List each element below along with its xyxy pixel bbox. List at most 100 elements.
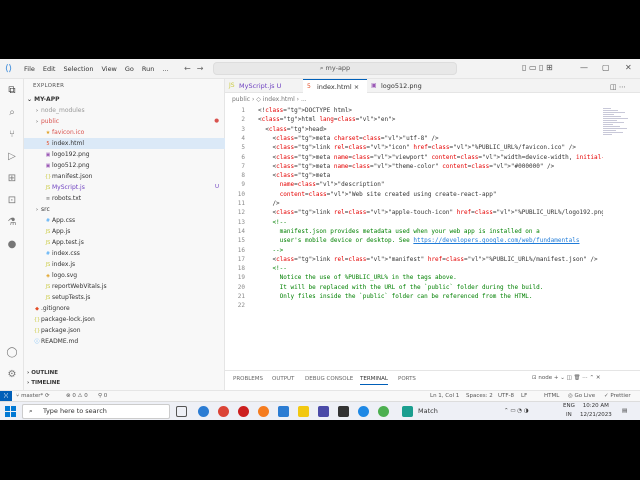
chrome-icon[interactable]: [218, 406, 229, 417]
edge-browser-icon[interactable]: [198, 406, 209, 417]
task-view-icon[interactable]: [176, 406, 187, 417]
tree-item-readme-md[interactable]: ⓘ README.md: [24, 336, 225, 347]
command-center[interactable]: ⌕ my-app: [213, 62, 457, 75]
settings-gear-icon[interactable]: ⚙: [5, 368, 19, 382]
code-line[interactable]: <class="tg">meta name=class="vl">"viewpo…: [258, 154, 603, 161]
tree-item-index-css[interactable]: # index.css: [24, 248, 225, 259]
code-line[interactable]: <class="tg">meta: [258, 172, 330, 179]
timeline-section[interactable]: › TIMELINE: [24, 378, 225, 389]
code-line[interactable]: It will be replaced with the URL of the …: [258, 284, 544, 291]
language-indicator[interactable]: ENG IN: [563, 402, 575, 420]
menu-edit[interactable]: Edit: [39, 65, 60, 73]
taskbar-search-input[interactable]: ⌕ Type here to search: [22, 404, 170, 419]
tree-item-manifest-json[interactable]: {}manifest.json: [24, 171, 225, 182]
tree-item-logo192-png[interactable]: ▣ logo192.png: [24, 149, 225, 160]
store-icon[interactable]: [318, 406, 329, 417]
github-icon[interactable]: ●: [5, 238, 19, 252]
code-line[interactable]: -->: [258, 247, 283, 254]
menu-go[interactable]: Go: [121, 65, 138, 73]
code-line[interactable]: Only files inside the `public` folder ca…: [258, 293, 533, 300]
tree-item-public[interactable]: › public ●: [24, 116, 225, 127]
minimap[interactable]: [603, 107, 631, 147]
menu-file[interactable]: File: [20, 65, 39, 73]
match-app-icon[interactable]: [402, 406, 413, 417]
code-line[interactable]: <class="tg">html lang=class="vl">"en">: [258, 116, 395, 123]
tray-icons[interactable]: ⌃ ▭ ◔ ◑: [504, 406, 529, 417]
nav-arrows[interactable]: ←→: [184, 64, 209, 73]
code-line[interactable]: />: [258, 200, 279, 207]
menu-selection[interactable]: Selection: [59, 65, 97, 73]
maximize-button[interactable]: ▢: [602, 63, 610, 72]
vscode-taskbar-icon[interactable]: [278, 406, 289, 417]
tree-item-index-html[interactable]: 5 index.html: [24, 138, 225, 149]
tree-item--gitignore[interactable]: ◆ .gitignore: [24, 303, 225, 314]
tree-item-robots-txt[interactable]: ≡ robots.txt: [24, 193, 225, 204]
tree-item-package-json[interactable]: {}package.json: [24, 325, 225, 336]
tree-item-myscript-js[interactable]: JS MyScript.js U: [24, 182, 225, 193]
code-line[interactable]: name=class="vl">"description": [258, 181, 385, 188]
code-line[interactable]: <class="tg">link rel=class="vl">"icon" h…: [258, 144, 576, 151]
tree-item-setuptests-js[interactable]: JS setupTests.js: [24, 292, 225, 303]
code-line[interactable]: <!--: [258, 219, 286, 226]
menu-[interactable]: ...: [158, 65, 172, 73]
panel-tab-terminal[interactable]: TERMINAL: [360, 374, 388, 385]
code-line[interactable]: Notice the use of %PUBLIC_URL% in the ta…: [258, 274, 457, 281]
code-line[interactable]: content=class="vl">"Web site created usi…: [258, 191, 497, 198]
code-line[interactable]: <class="tg">head>: [258, 126, 326, 133]
code-line[interactable]: <!class="tg">DOCTYPE html>: [258, 107, 352, 114]
close-window-button[interactable]: ✕: [625, 63, 632, 72]
tab-myscript-js-u[interactable]: JS MyScript.js U: [225, 79, 303, 93]
tab-index-html[interactable]: 5 index.html ×: [303, 79, 367, 93]
extensions-icon[interactable]: ⊞: [5, 172, 19, 186]
breadcrumb[interactable]: public › ◇ index.html › ...: [225, 95, 640, 105]
panel-tab-output[interactable]: OUTPUT: [272, 374, 294, 384]
tree-item-package-lock-json[interactable]: {}package-lock.json: [24, 314, 225, 325]
tab-logo512-png[interactable]: ▣ logo512.png: [367, 79, 433, 93]
tree-item-logo-svg[interactable]: ◈ logo.svg: [24, 270, 225, 281]
settings-taskbar-icon[interactable]: [358, 406, 369, 417]
remote-icon[interactable]: ⊡: [5, 194, 19, 208]
code-line[interactable]: <!--: [258, 265, 286, 272]
tree-item-reportwebvitals-js[interactable]: JS reportWebVitals.js: [24, 281, 225, 292]
code-line[interactable]: <class="tg">meta charset=class="vl">"utf…: [258, 135, 438, 142]
tree-item-app-js[interactable]: JS App.js: [24, 226, 225, 237]
tree-item-node-modules[interactable]: › node_modules: [24, 105, 225, 116]
project-root[interactable]: ⌄ MY-APP: [24, 94, 225, 105]
code-line[interactable]: <class="tg">link rel=class="vl">"manifes…: [258, 256, 597, 263]
tree-item-app-test-js[interactable]: JS App.test.js: [24, 237, 225, 248]
code-line[interactable]: <class="tg">link rel=class="vl">"apple-t…: [258, 209, 603, 216]
code-line[interactable]: user's mobile device or desktop. See htt…: [258, 237, 580, 244]
menu-view[interactable]: View: [97, 65, 120, 73]
layout-toggle-icon[interactable]: ▯ ▭ ▯ ⊞: [522, 63, 553, 72]
chrome-profile-icon[interactable]: [378, 406, 389, 417]
tree-item-index-js[interactable]: JS index.js: [24, 259, 225, 270]
terminal-name[interactable]: ⊡ node + ⌄ ◫ 🗑 ⋯ ⌃ ✕: [532, 373, 600, 384]
panel-tab-debug-console[interactable]: DEBUG CONSOLE: [305, 374, 353, 384]
terminal-taskbar-icon[interactable]: [338, 406, 349, 417]
code-line[interactable]: manifest.json provides metadata used whe…: [258, 228, 540, 235]
tree-item-src[interactable]: › src: [24, 204, 225, 215]
brave-icon[interactable]: [258, 406, 269, 417]
test-icon[interactable]: ⚗: [5, 216, 19, 230]
windows-start-icon[interactable]: [5, 406, 16, 417]
account-icon[interactable]: ◯: [5, 346, 19, 360]
code-editor[interactable]: 1 <!class="tg">DOCTYPE html> 2 <class="tg">…: [225, 107, 603, 369]
panel-tab-problems[interactable]: PROBLEMS: [233, 374, 263, 384]
code-line[interactable]: <class="tg">meta name=class="vl">"theme-…: [258, 163, 554, 170]
tree-item-favicon-ico[interactable]: ★ favicon.ico: [24, 127, 225, 138]
panel-tab-ports[interactable]: PORTS: [398, 374, 416, 384]
notification-icon[interactable]: ▤: [622, 406, 627, 417]
run-debug-icon[interactable]: ▷: [5, 150, 19, 164]
match-app-label[interactable]: Match: [418, 406, 438, 417]
clock[interactable]: 10:20 AM 12/21/2023: [580, 402, 612, 420]
tree-item-app-css[interactable]: # App.css: [24, 215, 225, 226]
minimize-button[interactable]: —: [580, 63, 588, 72]
menu-run[interactable]: Run: [138, 65, 158, 73]
opera-icon[interactable]: [238, 406, 249, 417]
search-icon[interactable]: ⌕: [5, 106, 19, 120]
tree-item-logo512-png[interactable]: ▣ logo512.png: [24, 160, 225, 171]
close-tab-icon[interactable]: ×: [352, 83, 359, 91]
file-explorer-icon[interactable]: [298, 406, 309, 417]
split-editor-icon[interactable]: ◫ ⋯: [610, 83, 626, 91]
explorer-icon[interactable]: ⧉: [5, 84, 19, 98]
